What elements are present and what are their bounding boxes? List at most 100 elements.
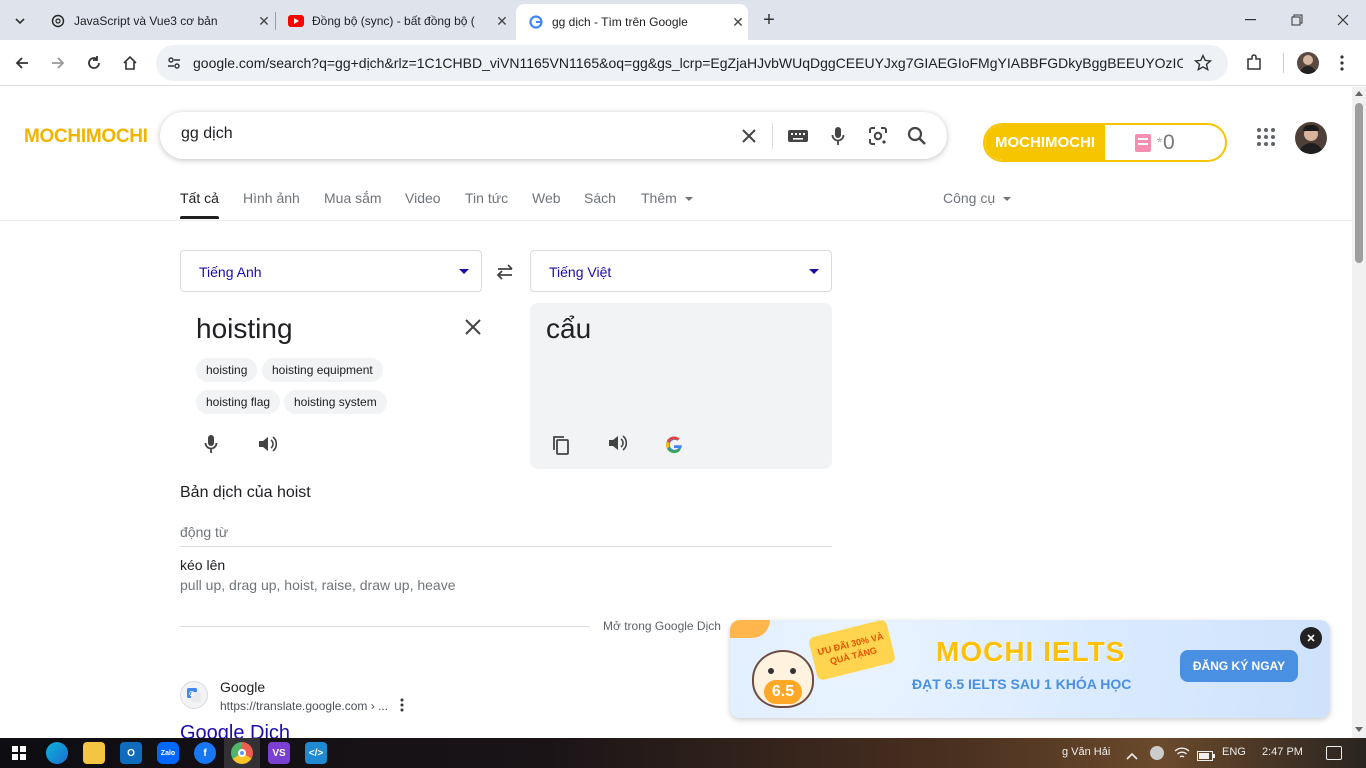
site-info-icon[interactable] <box>166 55 182 76</box>
source-language-select[interactable]: Tiếng Anh <box>180 250 482 292</box>
dropdown-arrow-icon <box>809 269 819 274</box>
home-button[interactable] <box>117 50 143 76</box>
mochimochi-widget[interactable]: MOCHIMOCHI * 0 <box>983 123 1227 162</box>
listen-source-button[interactable] <box>255 432 279 456</box>
input-language[interactable]: ENG <box>1222 746 1246 758</box>
tab-more[interactable]: Thêm <box>641 190 693 206</box>
promo-score: 6.5 <box>764 680 802 704</box>
dropdown-arrow-icon <box>459 269 469 274</box>
keyboard-icon[interactable] <box>786 124 810 148</box>
facebook-icon[interactable]: f <box>194 742 216 764</box>
wifi-icon[interactable] <box>1174 746 1190 765</box>
edge-icon[interactable] <box>46 742 68 764</box>
close-window-button[interactable] <box>1328 8 1358 32</box>
browser-tab-active[interactable]: gg dịch - Tìm trên Google ✕ <box>516 4 748 40</box>
address-bar[interactable]: google.com/search?q=gg+dịch&rlz=1C1CHBD_… <box>156 45 1228 81</box>
suggestion-chip[interactable]: hoisting system <box>284 390 387 414</box>
clear-search-icon[interactable] <box>737 124 761 148</box>
microphone-icon[interactable] <box>826 124 850 148</box>
source-text-input[interactable]: hoisting <box>196 313 293 345</box>
google-icon <box>528 14 544 30</box>
browser-tab[interactable]: JavaScript và Vue3 cơ bản ✕ <box>38 6 274 36</box>
browser-tab[interactable]: Đồng bộ (sync) - bất đồng bộ ( ✕ <box>276 6 512 36</box>
browser-toolbar: google.com/search?q=gg+dịch&rlz=1C1CHBD_… <box>0 40 1366 86</box>
copy-icon <box>553 436 569 455</box>
suggestion-chip[interactable]: hoisting equipment <box>262 358 383 382</box>
swap-languages-button[interactable] <box>493 260 517 284</box>
voice-input-button[interactable] <box>199 432 223 456</box>
account-avatar[interactable] <box>1295 122 1327 154</box>
result-title-link[interactable]: Google Dịch <box>180 722 290 738</box>
promo-cta-button[interactable]: ĐĂNG KÝ NGAY <box>1180 650 1298 682</box>
google-apps-button[interactable] <box>1256 127 1278 149</box>
browser-menu-button[interactable] <box>1329 50 1355 76</box>
result-more-button[interactable] <box>400 698 410 714</box>
google-translate-icon[interactable] <box>662 433 686 457</box>
promo-close-button[interactable] <box>1300 627 1322 649</box>
outlook-icon[interactable]: O <box>120 742 142 764</box>
toolbar-divider <box>1283 53 1284 73</box>
clear-source-button[interactable] <box>462 316 484 338</box>
file-explorer-icon[interactable] <box>83 742 105 764</box>
mochimochi-logo[interactable]: MOCHIMOCHI <box>24 126 148 148</box>
zalo-icon[interactable]: Zalo <box>157 742 179 764</box>
tab-web[interactable]: Web <box>532 190 561 206</box>
visual-studio-icon[interactable]: VS <box>268 742 290 764</box>
translated-text: cẩu <box>546 313 592 344</box>
tab-books[interactable]: Sách <box>584 190 616 206</box>
openai-icon <box>50 13 66 29</box>
separator-dot: * <box>1157 134 1163 150</box>
profile-avatar[interactable] <box>1297 52 1319 74</box>
back-button[interactable] <box>9 50 35 76</box>
close-icon <box>1307 634 1315 642</box>
tab-news[interactable]: Tin tức <box>465 190 508 206</box>
google-lens-icon[interactable] <box>866 124 890 148</box>
active-tab-indicator <box>180 216 219 219</box>
tray-chevron-up-icon[interactable] <box>1126 747 1138 765</box>
windows-start-button[interactable] <box>12 746 26 760</box>
vscode-icon[interactable]: </> <box>305 742 327 764</box>
tab-video[interactable]: Video <box>405 190 441 206</box>
notification-icon[interactable] <box>1326 746 1342 760</box>
tab-all[interactable]: Tất cả <box>180 190 219 206</box>
more-vert-icon <box>400 698 404 712</box>
scroll-down-arrow[interactable] <box>1355 727 1363 732</box>
search-input[interactable]: gg dịch <box>181 125 233 143</box>
bookmark-star-icon[interactable] <box>1193 53 1213 77</box>
new-tab-button[interactable]: + <box>758 9 780 31</box>
scroll-thumb[interactable] <box>1355 103 1363 263</box>
arrow-left-icon <box>15 57 28 69</box>
tab-search-button[interactable] <box>8 9 32 33</box>
minimize-button[interactable] <box>1236 8 1266 32</box>
mochi-ielts-promo-banner[interactable]: 6.5 ƯU ĐÃI 30% VÀ QUÀ TẶNG MOCHI IELTS Đ… <box>730 620 1330 718</box>
close-tab-icon[interactable]: ✕ <box>492 13 512 30</box>
copy-translation-button[interactable] <box>549 433 573 457</box>
windows-taskbar: O Zalo f VS </> g Văn Hải ENG 2:47 PM <box>0 738 1366 768</box>
translation-output: cẩu <box>530 303 832 469</box>
apps-grid-icon <box>1257 128 1275 146</box>
page-scrollbar[interactable] <box>1352 87 1366 738</box>
tab-shopping[interactable]: Mua sắm <box>324 190 382 206</box>
listen-translation-button[interactable] <box>605 431 629 455</box>
target-language-select[interactable]: Tiếng Việt <box>530 250 832 292</box>
clock-time[interactable]: 2:47 PM <box>1262 746 1303 758</box>
reload-button[interactable] <box>81 50 107 76</box>
open-in-google-translate-link[interactable]: Mở trong Google Dịch <box>603 619 721 633</box>
search-icon[interactable] <box>905 124 929 148</box>
forward-button[interactable] <box>45 50 71 76</box>
restore-icon <box>1291 14 1303 26</box>
tab-images[interactable]: Hình ảnh <box>243 190 300 206</box>
battery-icon[interactable] <box>1197 748 1215 766</box>
close-tab-icon[interactable]: ✕ <box>254 13 274 30</box>
extensions-button[interactable] <box>1241 50 1267 76</box>
suggestion-chip[interactable]: hoisting <box>196 358 258 382</box>
search-box[interactable]: gg dịch <box>160 112 947 159</box>
restore-button[interactable] <box>1282 8 1312 32</box>
caret-down-icon <box>1003 197 1012 202</box>
tools-button[interactable]: Công cụ <box>943 190 1012 206</box>
close-tab-icon[interactable]: ✕ <box>728 14 748 31</box>
suggestion-chip[interactable]: hoisting flag <box>196 390 281 414</box>
tray-app-icon[interactable] <box>1150 746 1164 760</box>
tab-title: JavaScript và Vue3 cơ bản <box>74 14 218 28</box>
scroll-up-arrow[interactable] <box>1355 91 1363 96</box>
